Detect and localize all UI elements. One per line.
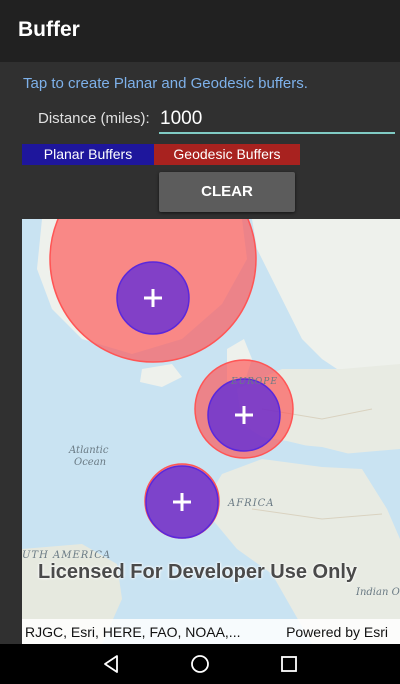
ocean-label: Ocean xyxy=(74,457,107,468)
attribution-bar[interactable]: RJGC, Esri, HERE, FAO, NOAA,... Powered … xyxy=(22,619,400,644)
indian-ocean-label: Indian O xyxy=(356,587,400,598)
content-area: Tap to create Planar and Geodesic buffer… xyxy=(0,62,400,644)
distance-input[interactable]: 1000 xyxy=(159,105,395,134)
europe-label: EUROPE xyxy=(231,377,278,387)
home-icon[interactable] xyxy=(188,652,212,676)
app-bar: Buffer xyxy=(0,0,400,62)
license-watermark: Licensed For Developer Use Only xyxy=(38,561,357,583)
map-view[interactable]: EUROPE AFRICA Atlantic Ocean UTH AMERICA… xyxy=(22,219,400,644)
geodesic-legend: Geodesic Buffers xyxy=(154,144,300,165)
powered-by-esri: Powered by Esri xyxy=(286,624,388,640)
planar-legend: Planar Buffers xyxy=(22,144,154,165)
instructions-text: Tap to create Planar and Geodesic buffer… xyxy=(23,75,308,92)
back-icon[interactable] xyxy=(99,652,123,676)
distance-label: Distance (miles): xyxy=(38,110,150,127)
africa-label: AFRICA xyxy=(228,498,275,509)
clear-button[interactable]: CLEAR xyxy=(159,172,295,212)
recents-icon[interactable] xyxy=(277,652,301,676)
app-title: Buffer xyxy=(18,18,80,41)
atlantic-label: Atlantic xyxy=(69,445,109,456)
south-america-label: UTH AMERICA xyxy=(22,550,112,561)
attribution-text[interactable]: RJGC, Esri, HERE, FAO, NOAA,... xyxy=(25,624,240,640)
system-nav-bar xyxy=(0,644,400,684)
